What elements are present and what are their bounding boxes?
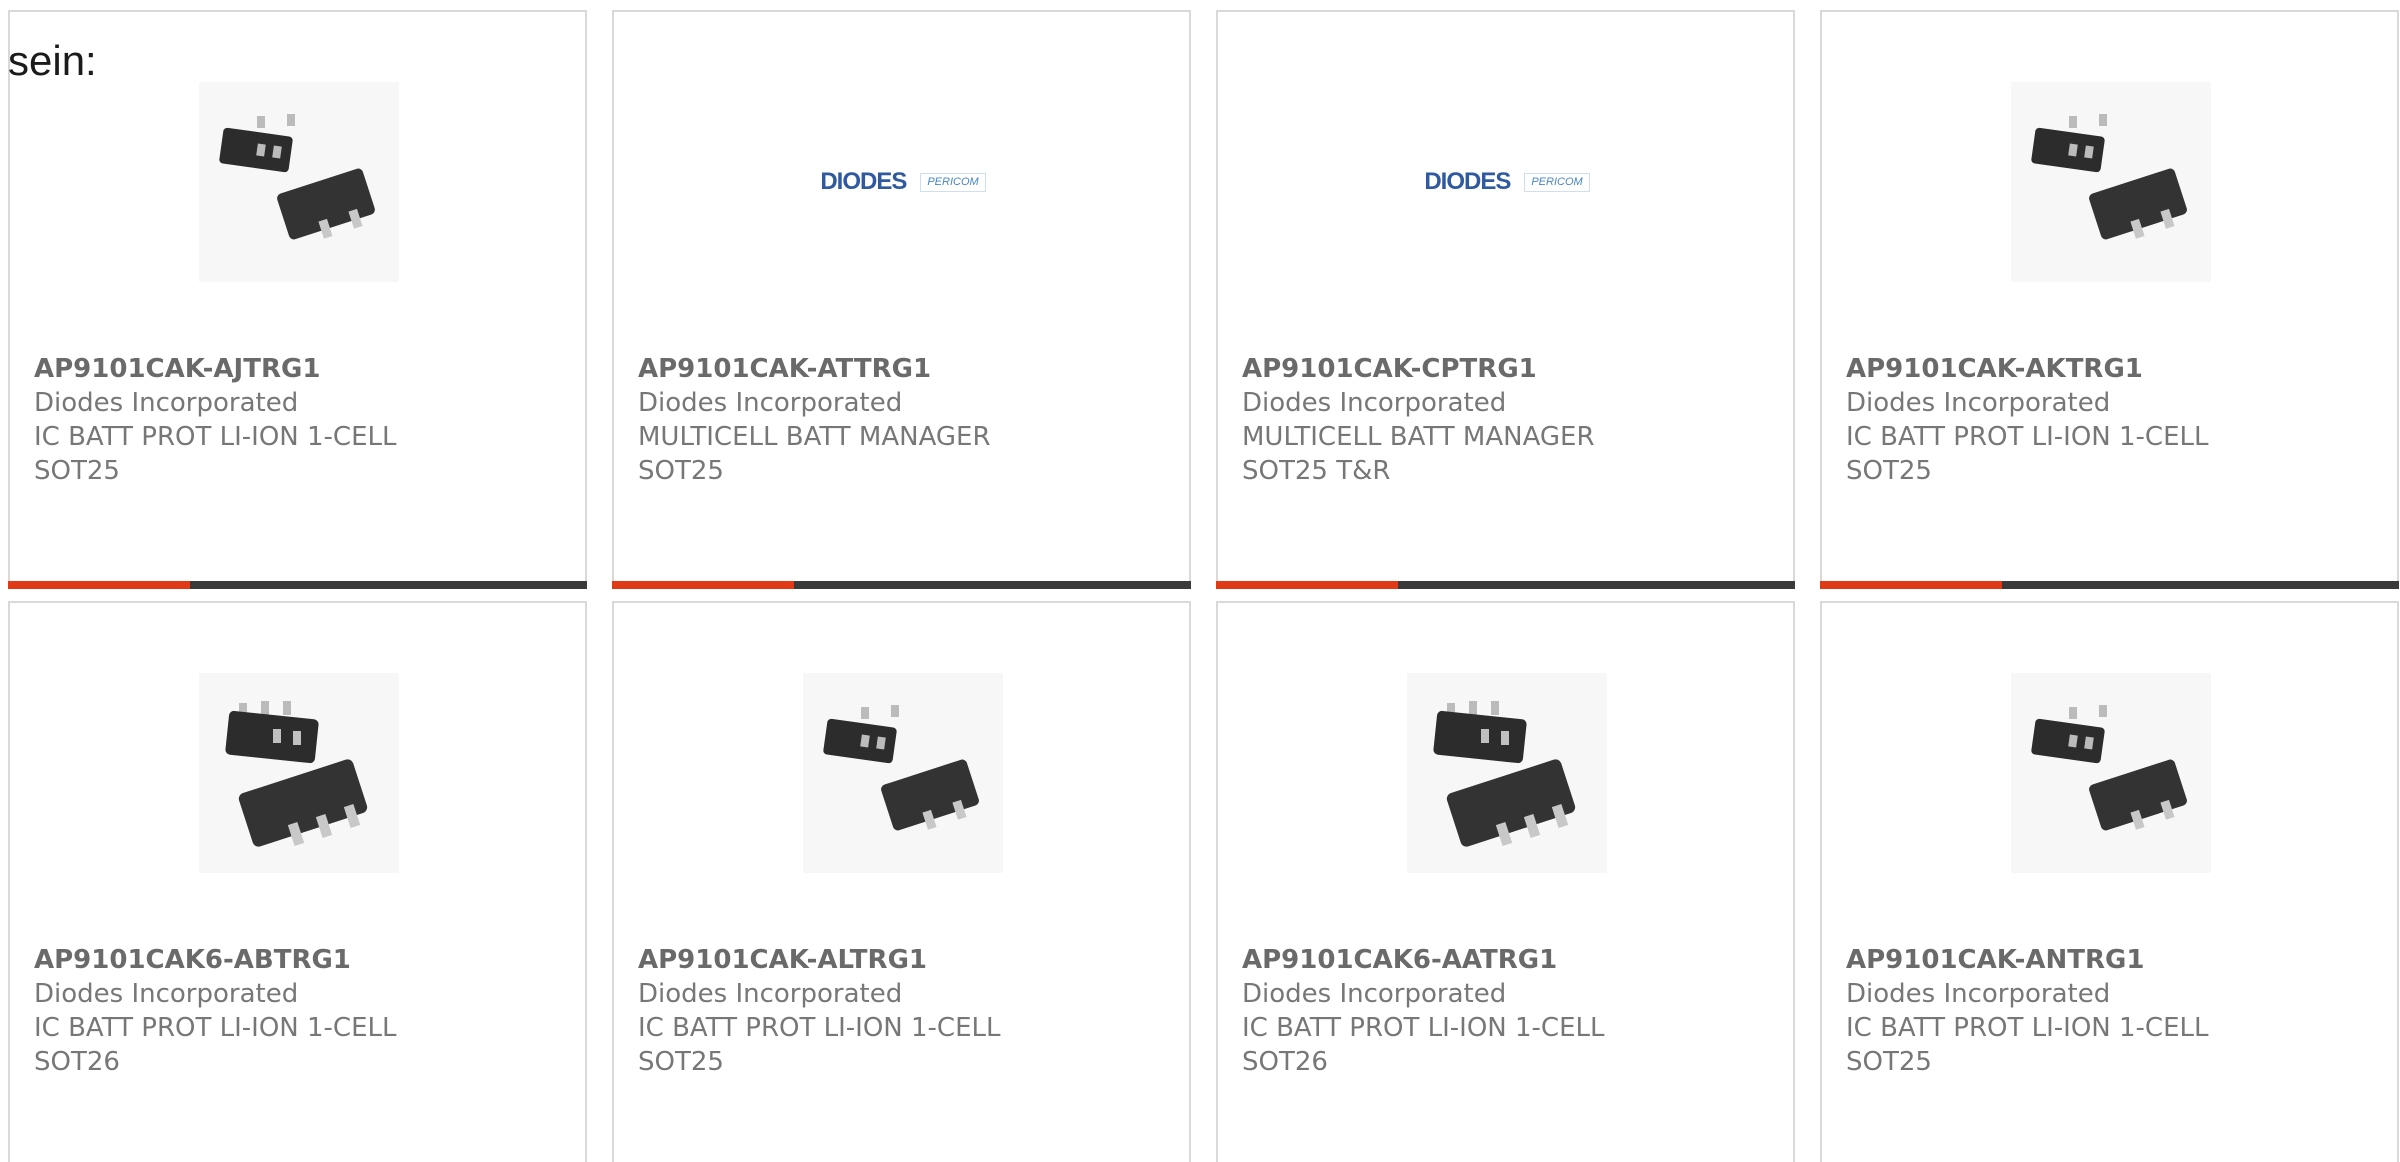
product-card[interactable]: AP9101CAK6-ABTRG1 Diodes Incorporated IC… (8, 601, 587, 1162)
product-info: AP9101CAK-ANTRG1 Diodes Incorporated IC … (1846, 943, 2208, 1079)
manufacturer: Diodes Incorporated (638, 388, 903, 418)
part-number: AP9101CAK-CPTRG1 (1242, 354, 1537, 384)
description: IC BATT PROT LI-ION 1-CELL (34, 422, 397, 452)
sot25-chip-icon (2011, 82, 2211, 282)
package: SOT25 (1846, 1047, 1932, 1077)
description: IC BATT PROT LI-ION 1-CELL (34, 1013, 397, 1043)
description: IC BATT PROT LI-ION 1-CELL (638, 1013, 1001, 1043)
product-info: AP9101CAK6-AATRG1 Diodes Incorporated IC… (1242, 943, 1604, 1079)
part-number: AP9101CAK-AJTRG1 (34, 354, 321, 384)
package: SOT26 (34, 1047, 120, 1077)
card-hover-bar (612, 581, 1191, 589)
logo-brand-text: DIODES (820, 168, 907, 195)
sot25-chip-icon (2011, 673, 2211, 873)
product-card[interactable]: DIODES PERICOM AP9101CAK-ATTRG1 Diodes I… (612, 10, 1191, 589)
description: IC BATT PROT LI-ION 1-CELL (1846, 1013, 2209, 1043)
logo-brand-text: DIODES (1424, 168, 1511, 195)
card-accent-bar (612, 581, 794, 589)
product-info: AP9101CAK-ATTRG1 Diodes Incorporated MUL… (638, 352, 991, 488)
description: MULTICELL BATT MANAGER (1242, 422, 1595, 452)
product-info: AP9101CAK6-ABTRG1 Diodes Incorporated IC… (34, 943, 396, 1079)
package: SOT25 (1846, 456, 1932, 486)
product-card[interactable]: AP9101CAK-AKTRG1 Diodes Incorporated IC … (1820, 10, 2399, 589)
manufacturer: Diodes Incorporated (1846, 979, 2111, 1009)
part-number: AP9101CAK-AKTRG1 (1846, 354, 2143, 384)
part-number: AP9101CAK-ANTRG1 (1846, 945, 2145, 975)
part-number: AP9101CAK6-ABTRG1 (34, 945, 351, 975)
manufacturer: Diodes Incorporated (1242, 388, 1507, 418)
sot25-chip-icon (803, 673, 1003, 873)
brand-logo-icon: DIODES PERICOM (803, 82, 1003, 282)
sot26-chip-icon (1407, 673, 1607, 873)
package: SOT25 (638, 1047, 724, 1077)
manufacturer: Diodes Incorporated (34, 388, 299, 418)
brand-logo-icon: DIODES PERICOM (1407, 82, 1607, 282)
logo-sub-text: PERICOM (920, 172, 986, 192)
card-hover-bar (1820, 581, 2399, 589)
manufacturer: Diodes Incorporated (1846, 388, 2111, 418)
card-hover-bar (8, 581, 587, 589)
sot25-chip-icon (199, 82, 399, 282)
page: sein: AP9101CAK-AJTRG1 Diodes Incorporat… (0, 0, 2400, 1162)
card-accent-bar (1216, 581, 1398, 589)
product-card[interactable]: AP9101CAK-ANTRG1 Diodes Incorporated IC … (1820, 601, 2399, 1162)
logo-sub-text: PERICOM (1524, 172, 1590, 192)
sot26-chip-icon (199, 673, 399, 873)
product-grid: AP9101CAK-AJTRG1 Diodes Incorporated IC … (8, 10, 2399, 1162)
part-number: AP9101CAK-ALTRG1 (638, 945, 927, 975)
description: IC BATT PROT LI-ION 1-CELL (1846, 422, 2209, 452)
product-info: AP9101CAK-ALTRG1 Diodes Incorporated IC … (638, 943, 1000, 1079)
product-card[interactable]: DIODES PERICOM AP9101CAK-CPTRG1 Diodes I… (1216, 10, 1795, 589)
product-info: AP9101CAK-CPTRG1 Diodes Incorporated MUL… (1242, 352, 1595, 488)
manufacturer: Diodes Incorporated (638, 979, 903, 1009)
product-card[interactable]: AP9101CAK6-AATRG1 Diodes Incorporated IC… (1216, 601, 1795, 1162)
product-info: AP9101CAK-AJTRG1 Diodes Incorporated IC … (34, 352, 396, 488)
card-accent-bar (8, 581, 190, 589)
card-hover-bar (1216, 581, 1795, 589)
intro-text: sein: (8, 37, 97, 84)
description: IC BATT PROT LI-ION 1-CELL (1242, 1013, 1605, 1043)
description: MULTICELL BATT MANAGER (638, 422, 991, 452)
product-card[interactable]: AP9101CAK-ALTRG1 Diodes Incorporated IC … (612, 601, 1191, 1162)
card-accent-bar (1820, 581, 2002, 589)
product-info: AP9101CAK-AKTRG1 Diodes Incorporated IC … (1846, 352, 2208, 488)
manufacturer: Diodes Incorporated (1242, 979, 1507, 1009)
part-number: AP9101CAK6-AATRG1 (1242, 945, 1558, 975)
package: SOT25 (34, 456, 120, 486)
product-card[interactable]: AP9101CAK-AJTRG1 Diodes Incorporated IC … (8, 10, 587, 589)
package: SOT25 T&R (1242, 456, 1391, 486)
package: SOT26 (1242, 1047, 1328, 1077)
part-number: AP9101CAK-ATTRG1 (638, 354, 932, 384)
manufacturer: Diodes Incorporated (34, 979, 299, 1009)
package: SOT25 (638, 456, 724, 486)
